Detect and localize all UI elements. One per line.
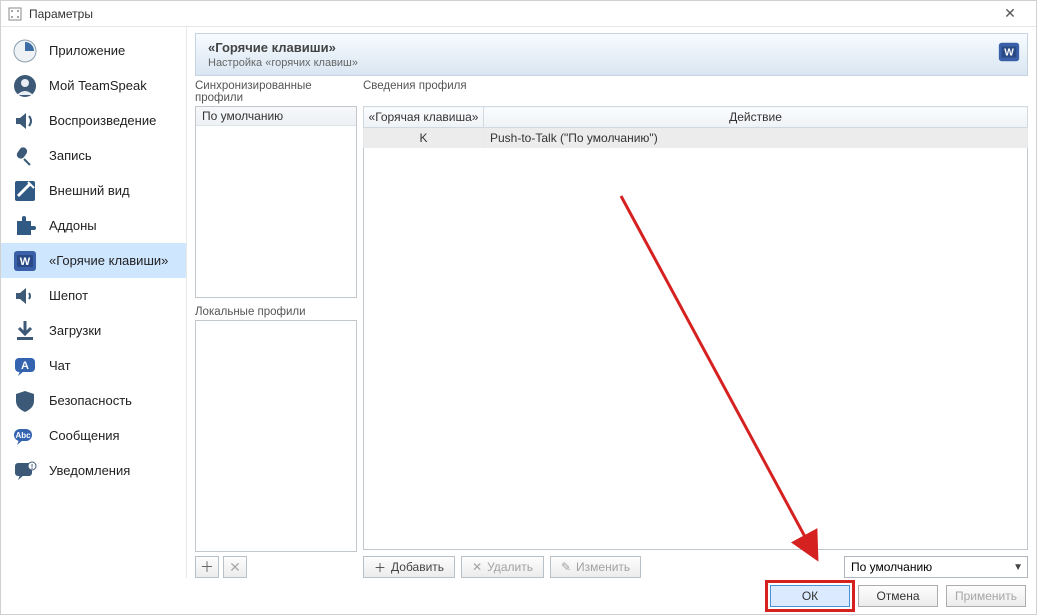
design-icon [11, 177, 39, 205]
whisper-icon [11, 282, 39, 310]
svg-text:!: ! [31, 464, 33, 471]
profile-details-label: Сведения профиля [363, 80, 1028, 104]
profile-combo[interactable]: По умолчанию ▼ [844, 556, 1028, 578]
plus-icon: ＋ [200, 557, 214, 577]
app-icon [11, 37, 39, 65]
col-hotkey[interactable]: «Горячая клавиша» [364, 107, 484, 128]
add-hotkey-button[interactable]: ＋ Добавить [363, 556, 455, 578]
shield-icon [11, 387, 39, 415]
download-icon [11, 317, 39, 345]
sidebar-item-label: Чат [49, 358, 71, 373]
sidebar-item-label: Загрузки [49, 323, 101, 338]
section-header: «Горячие клавиши» Настройка «горячих кла… [195, 33, 1028, 76]
sidebar: Приложение Мой TeamSpeak Воспроизведение… [1, 27, 187, 578]
cell-hotkey: K [364, 128, 484, 149]
sidebar-item-notifications[interactable]: ! Уведомления [1, 453, 186, 488]
cancel-button[interactable]: Отмена [858, 585, 938, 607]
remove-profile-button[interactable]: ✕ [223, 556, 247, 578]
btn-label: Изменить [576, 560, 630, 574]
chevron-down-icon: ▼ [1013, 562, 1023, 573]
grid-toolbar: ＋ Добавить ✕ Удалить ✎ Изменить По умолчани… [363, 556, 1028, 578]
sidebar-item-whisper[interactable]: Шепот [1, 278, 186, 313]
edit-hotkey-button[interactable]: ✎ Изменить [550, 556, 641, 578]
window-icon [7, 6, 23, 22]
grid-body-empty[interactable] [363, 148, 1028, 550]
sync-profiles-list[interactable]: По умолчанию [195, 106, 357, 298]
col-action[interactable]: Действие [484, 107, 1028, 128]
btn-label: ОК [802, 589, 818, 603]
sidebar-item-downloads[interactable]: Загрузки [1, 313, 186, 348]
apply-button[interactable]: Применить [946, 585, 1026, 607]
plus-icon: ＋ [374, 559, 386, 576]
ok-button[interactable]: ОК [770, 585, 850, 607]
local-profiles-label: Локальные профили [195, 306, 357, 318]
btn-label: Применить [955, 589, 1017, 603]
microphone-icon [11, 142, 39, 170]
svg-text:W: W [20, 256, 31, 268]
sidebar-item-label: Шепот [49, 288, 88, 303]
sidebar-item-label: Воспроизведение [49, 113, 156, 128]
notifications-icon: ! [11, 457, 39, 485]
work-area: По умолчанию Локальные профили ＋ ✕ [195, 106, 1028, 578]
combo-value: По умолчанию [851, 560, 932, 574]
table-row[interactable]: K Push-to-Talk ("По умолчанию") [364, 128, 1028, 149]
puzzle-icon [11, 212, 39, 240]
btn-label: Добавить [391, 560, 444, 574]
profile-buttons: ＋ ✕ [195, 556, 357, 578]
pencil-icon: ✎ [561, 560, 571, 574]
btn-label: Отмена [876, 589, 919, 603]
profile-row-default[interactable]: По умолчанию [196, 107, 356, 126]
details-column: «Горячая клавиша» Действие K Push-to-Tal… [363, 106, 1028, 578]
content-area: Приложение Мой TeamSpeak Воспроизведение… [1, 27, 1036, 578]
sidebar-item-label: Приложение [49, 43, 125, 58]
add-profile-button[interactable]: ＋ [195, 556, 219, 578]
sidebar-item-label: «Горячие клавиши» [49, 253, 168, 268]
delete-hotkey-button[interactable]: ✕ Удалить [461, 556, 544, 578]
svg-text:Abc: Abc [15, 431, 31, 440]
sidebar-item-label: Аддоны [49, 218, 97, 233]
section-icon: W [997, 40, 1021, 64]
x-icon: ✕ [472, 560, 482, 574]
svg-text:W: W [1004, 48, 1014, 59]
speaker-out-icon [11, 107, 39, 135]
hotkeys-table: «Горячая клавиша» Действие K Push-to-Tal… [363, 106, 1028, 148]
sidebar-item-messages[interactable]: Abc Сообщения [1, 418, 186, 453]
sidebar-item-label: Внешний вид [49, 183, 130, 198]
section-title: «Горячие клавиши» [208, 40, 1015, 55]
settings-window: Параметры ✕ Приложение Мой TeamSpeak Вос… [0, 0, 1037, 615]
local-profiles-list[interactable] [195, 320, 357, 552]
dialog-footer: ОК Отмена Применить [1, 578, 1036, 614]
sidebar-item-label: Уведомления [49, 463, 130, 478]
keyboard-icon: W [11, 247, 39, 275]
window-title: Параметры [29, 7, 990, 21]
titlebar: Параметры ✕ [1, 1, 1036, 27]
close-button[interactable]: ✕ [990, 5, 1030, 22]
column-headers: Синхронизированные профили Сведения проф… [195, 80, 1028, 104]
sync-profiles-label: Синхронизированные профили [195, 80, 357, 104]
btn-label: Удалить [487, 560, 533, 574]
sidebar-item-label: Сообщения [49, 428, 120, 443]
sidebar-item-myteamspeak[interactable]: Мой TeamSpeak [1, 68, 186, 103]
sidebar-item-addons[interactable]: Аддоны [1, 208, 186, 243]
hotkeys-grid: «Горячая клавиша» Действие K Push-to-Tal… [363, 106, 1028, 552]
profiles-column: По умолчанию Локальные профили ＋ ✕ [195, 106, 357, 578]
sidebar-item-label: Безопасность [49, 393, 132, 408]
sidebar-item-hotkeys[interactable]: W «Горячие клавиши» [1, 243, 186, 278]
sidebar-item-label: Мой TeamSpeak [49, 78, 147, 93]
cell-action: Push-to-Talk ("По умолчанию") [484, 128, 1028, 149]
sidebar-item-capture[interactable]: Запись [1, 138, 186, 173]
x-icon: ✕ [229, 559, 241, 576]
section-subtitle: Настройка «горячих клавиш» [208, 57, 1015, 69]
sidebar-item-playback[interactable]: Воспроизведение [1, 103, 186, 138]
sidebar-item-chat[interactable]: A Чат [1, 348, 186, 383]
sidebar-item-security[interactable]: Безопасность [1, 383, 186, 418]
sidebar-item-label: Запись [49, 148, 92, 163]
sidebar-item-application[interactable]: Приложение [1, 33, 186, 68]
person-icon [11, 72, 39, 100]
sidebar-item-design[interactable]: Внешний вид [1, 173, 186, 208]
main-panel: «Горячие клавиши» Настройка «горячих кла… [187, 27, 1036, 578]
messages-icon: Abc [11, 422, 39, 450]
chat-icon: A [11, 352, 39, 380]
svg-text:A: A [21, 360, 29, 372]
